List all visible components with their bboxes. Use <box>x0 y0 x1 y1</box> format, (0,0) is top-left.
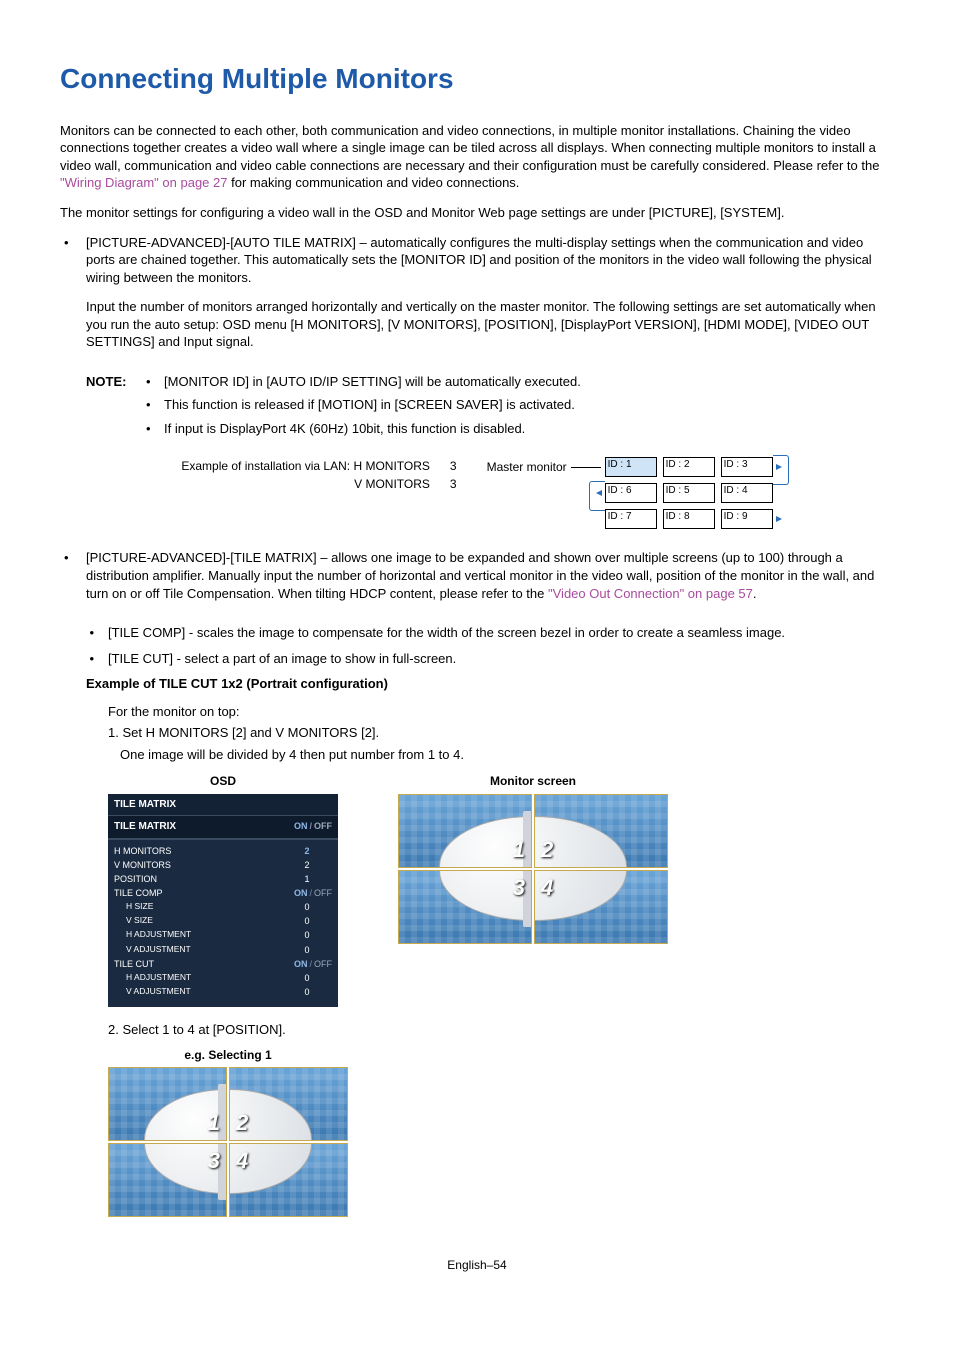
note-item: If input is DisplayPort 4K (60Hz) 10bit,… <box>164 420 525 438</box>
auto-tile-matrix-text: [PICTURE-ADVANCED]-[AUTO TILE MATRIX] – … <box>86 234 894 287</box>
bullet-dot: • <box>146 396 164 414</box>
monitor-cell: ID : 5 <box>663 483 715 503</box>
selecting-caption: e.g. Selecting 1 <box>108 1047 348 1063</box>
osd-panel: TILE MATRIX TILE MATRIX ON/OFF H MONITOR… <box>108 794 338 1008</box>
page-footer: English–54 <box>60 1257 894 1273</box>
page-title: Connecting Multiple Monitors <box>60 60 894 98</box>
wiring-loop <box>589 481 605 511</box>
osd-row: V SIZE0 <box>114 914 332 928</box>
note-label: NOTE: <box>86 373 146 444</box>
monitor-id-grid: ID : 1 ID : 2 ID : 3 ID : 6 ID : 5 ID : … <box>605 457 773 529</box>
install-example-label: Example of installation via LAN: H MONIT… <box>181 457 456 493</box>
tile-matrix-text: [PICTURE-ADVANCED]-[TILE MATRIX] – allow… <box>86 549 894 602</box>
monitor-cell: ID : 7 <box>605 509 657 529</box>
intro-paragraph: Monitors can be connected to each other,… <box>60 122 894 192</box>
bullet-dot: • <box>60 624 108 642</box>
example-step-detail: One image will be divided by 4 then put … <box>108 746 894 764</box>
monitor-cell: ID : 3 <box>721 457 773 477</box>
note-item: This function is released if [MOTION] in… <box>164 396 575 414</box>
monitor-cell: ID : 6 <box>605 483 657 503</box>
example-step: 2. Select 1 to 4 at [POSITION]. <box>108 1021 894 1039</box>
example-top-label: For the monitor on top: <box>108 703 894 721</box>
osd-settings-paragraph: The monitor settings for configuring a v… <box>60 204 894 222</box>
monitor-cell: ID : 2 <box>663 457 715 477</box>
tile-cut-text: [TILE CUT] - select a part of an image t… <box>108 650 456 668</box>
note-item: [MONITOR ID] in [AUTO ID/IP SETTING] wil… <box>164 373 581 391</box>
osd-row: V ADJUSTMENT0 <box>114 985 332 999</box>
osd-row: TILE COMPON/OFF <box>114 886 332 900</box>
leader-line <box>571 467 601 468</box>
osd-row: H SIZE0 <box>114 900 332 914</box>
osd-row: H ADJUSTMENT0 <box>114 928 332 942</box>
example-step: 1. Set H MONITORS [2] and V MONITORS [2]… <box>108 724 894 742</box>
tile-comp-text: [TILE COMP] - scales the image to compen… <box>108 624 785 642</box>
osd-subheader: TILE MATRIX ON/OFF <box>108 816 338 840</box>
monitor-cell: ID : 9 <box>721 509 773 529</box>
osd-row: H ADJUSTMENT0 <box>114 971 332 985</box>
osd-row: V MONITORS2 <box>114 858 332 872</box>
monitor-cell: ID : 1 <box>605 457 657 477</box>
example-heading: Example of TILE CUT 1x2 (Portrait config… <box>60 675 894 693</box>
osd-row: POSITION1 <box>114 872 332 886</box>
monitor-cell: ID : 8 <box>663 509 715 529</box>
auto-setup-text: Input the number of monitors arranged ho… <box>86 298 894 351</box>
bullet-dot: • <box>60 234 86 363</box>
monitor-screen-figure: 1 2 3 4 <box>398 794 668 944</box>
master-monitor-label: Master monitor <box>487 457 567 475</box>
osd-caption: OSD <box>108 773 338 789</box>
video-out-link[interactable]: "Video Out Connection" on page 57 <box>548 586 753 601</box>
bullet-dot: • <box>146 420 164 438</box>
osd-row: V ADJUSTMENT0 <box>114 943 332 957</box>
selecting-figure: 1 2 3 4 <box>108 1067 348 1217</box>
wiring-loop <box>773 455 789 485</box>
monitor-screen-caption: Monitor screen <box>398 773 668 789</box>
osd-row: TILE CUTON/OFF <box>114 957 332 971</box>
osd-header: TILE MATRIX <box>108 794 338 817</box>
bullet-dot: • <box>60 549 86 614</box>
monitor-cell: ID : 4 <box>721 483 773 503</box>
wiring-diagram-link[interactable]: "Wiring Diagram" on page 27 <box>60 175 227 190</box>
osd-row: H MONITORS2 <box>114 844 332 858</box>
bullet-dot: • <box>60 650 108 668</box>
bullet-dot: • <box>146 373 164 391</box>
